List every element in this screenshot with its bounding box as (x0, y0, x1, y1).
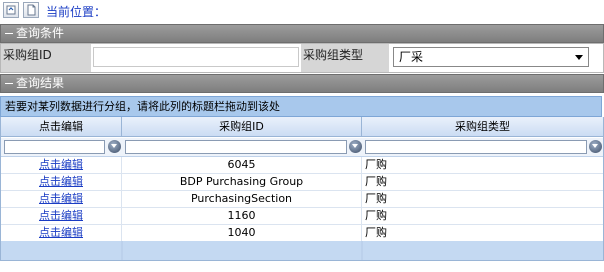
table-row: 点击编辑 BDP Purchasing Group 厂购 (1, 174, 603, 191)
type-cell: 厂购 (365, 192, 387, 205)
id-cell: 1040 (122, 225, 362, 241)
group-by-area[interactable]: 若要对某列数据进行分组，请将此列的标题栏拖动到该处 (0, 96, 602, 117)
column-header-type[interactable]: 采购组类型 (362, 117, 603, 137)
column-header-id[interactable]: 采购组ID (122, 117, 362, 137)
filter-row (1, 138, 603, 157)
filter-input-id[interactable] (125, 140, 347, 154)
refresh-button[interactable] (3, 2, 19, 18)
query-conditions: 采购组ID 采购组类型 厂采 (0, 43, 604, 73)
purchase-group-id-input[interactable] (93, 47, 299, 67)
table-row: 点击编辑 1160 厂购 (1, 208, 603, 225)
column-header-edit[interactable]: 点击编辑 (1, 117, 122, 137)
purchase-group-id-label: 采购组ID (1, 44, 91, 72)
chevron-down-icon (575, 55, 583, 60)
id-cell: 6045 (122, 157, 362, 173)
type-cell: 厂购 (365, 175, 387, 188)
table-row: 点击编辑 PurchasingSection 厂购 (1, 191, 603, 208)
document-button[interactable] (23, 2, 39, 18)
filter-menu-icon[interactable] (349, 140, 362, 153)
edit-cell: 点击编辑 (1, 191, 122, 207)
edit-link[interactable]: 点击编辑 (39, 192, 83, 205)
query-panel-header[interactable]: 查询条件 (0, 24, 604, 43)
edit-link[interactable]: 点击编辑 (39, 226, 83, 239)
footer-column-dividers (121, 241, 363, 260)
current-location-label: 当前位置： (46, 5, 107, 19)
edit-link[interactable]: 点击编辑 (39, 209, 83, 222)
filter-input-type[interactable] (365, 140, 587, 154)
refresh-icon (6, 5, 16, 15)
type-cell: 厂购 (365, 209, 387, 222)
edit-cell: 点击编辑 (1, 225, 122, 241)
result-grid: 点击编辑 采购组ID 采购组类型 点击编辑 6045 厂购 点击编辑 BDP P… (0, 117, 604, 242)
edit-cell: 点击编辑 (1, 174, 122, 190)
result-panel-header[interactable]: 查询结果 (0, 74, 604, 93)
table-row: 点击编辑 6045 厂购 (1, 157, 603, 174)
grid-footer (0, 241, 604, 261)
filter-input-edit[interactable] (4, 140, 105, 154)
id-cell: 1160 (122, 208, 362, 224)
collapse-icon (5, 83, 13, 84)
table-row: 点击编辑 1040 厂购 (1, 225, 603, 242)
id-cell: PurchasingSection (122, 191, 362, 207)
purchase-group-type-label: 采购组类型 (301, 44, 389, 72)
purchase-group-type-select[interactable]: 厂采 (393, 47, 589, 67)
collapse-icon (5, 33, 13, 34)
edit-link[interactable]: 点击编辑 (39, 158, 83, 171)
edit-cell: 点击编辑 (1, 208, 122, 224)
toolbar: 当前位置： (0, 0, 604, 22)
edit-link[interactable]: 点击编辑 (39, 175, 83, 188)
filter-menu-icon[interactable] (589, 140, 602, 153)
query-panel-title: 查询条件 (16, 26, 65, 40)
id-cell: BDP Purchasing Group (122, 174, 362, 190)
result-panel-title: 查询结果 (16, 76, 65, 90)
document-icon (27, 4, 36, 16)
purchase-group-type-value: 厂采 (399, 50, 424, 64)
filter-menu-icon[interactable] (108, 140, 121, 153)
type-cell: 厂购 (365, 158, 387, 171)
edit-cell: 点击编辑 (1, 157, 122, 173)
type-cell: 厂购 (365, 226, 387, 239)
